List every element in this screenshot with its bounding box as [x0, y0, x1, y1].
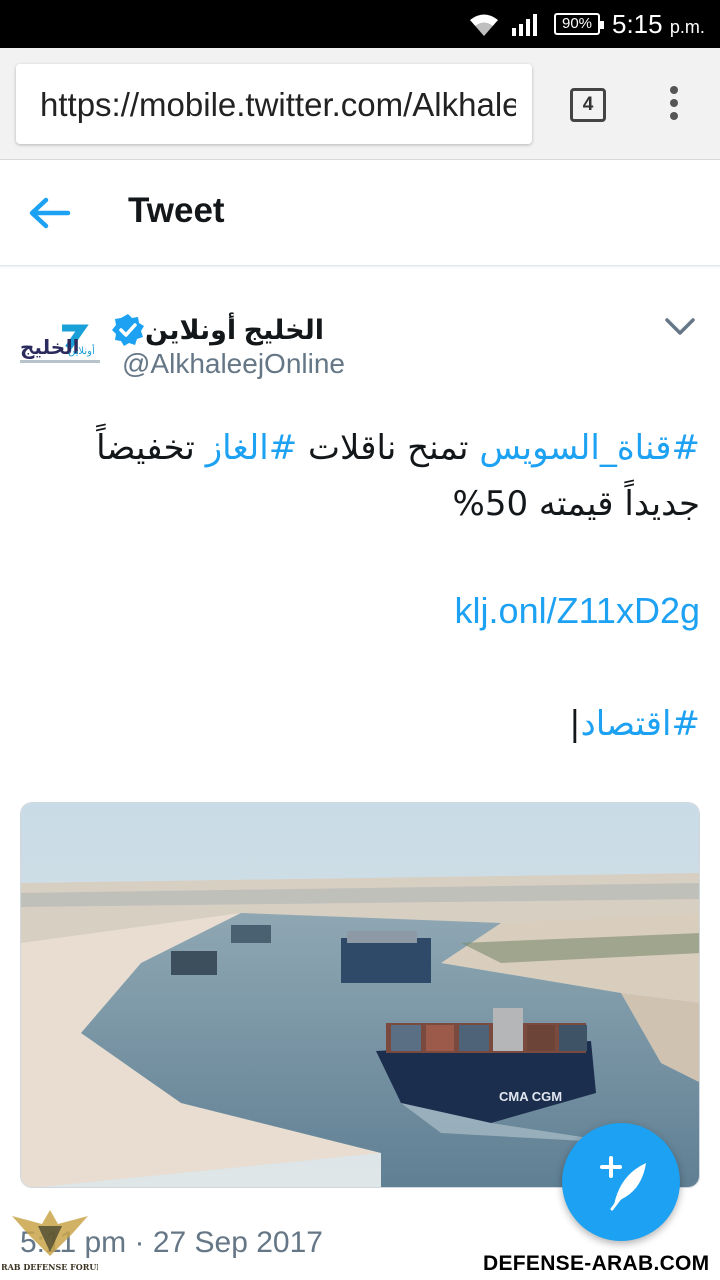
author-display-name[interactable]: الخليج أونلاين — [145, 315, 324, 346]
author-name-row[interactable]: الخليج أونلاين — [103, 310, 324, 350]
arrow-left-icon[interactable] — [26, 193, 74, 233]
clock-ampm: p.m. — [669, 17, 705, 37]
svg-text:ARAB DEFENSE FORUM: ARAB DEFENSE FORUM — [2, 1262, 98, 1272]
tweet-text-bar: | — [569, 704, 581, 744]
hashtag-link[interactable]: #قناة_السويس — [479, 428, 700, 468]
compose-tweet-button[interactable] — [562, 1123, 680, 1241]
compose-tweet-icon — [600, 1156, 646, 1211]
chevron-down-icon[interactable] — [664, 314, 696, 338]
url-bar[interactable]: https://mobile.twitter.com/AlkhaleejOnli… — [16, 64, 532, 144]
tweet-tag-line: #اقتصاد| — [559, 704, 700, 744]
avatar[interactable]: الخليج أونلاين — [16, 318, 108, 376]
signal-icon — [512, 14, 537, 36]
status-clock: 5:15 p.m. — [612, 10, 705, 41]
browser-toolbar: https://mobile.twitter.com/AlkhaleejOnli… — [0, 48, 720, 160]
tweet-text: #قناة_السويس تمنح ناقلات #الغاز تخفيضاً … — [24, 420, 700, 532]
hashtag-link[interactable]: #اقتصاد — [581, 704, 700, 744]
watermark-site-text: DEFENSE-ARAB.COM — [483, 1252, 710, 1276]
page-title: Tweet — [128, 191, 225, 230]
wifi-icon — [470, 14, 498, 36]
url-text[interactable]: https://mobile.twitter.com/AlkhaleejOnli… — [40, 86, 516, 124]
tweet-header: Tweet — [0, 161, 720, 266]
clock-time: 5:15 — [612, 9, 663, 39]
tweet-url-link[interactable]: klj.onl/Z11xD2g — [455, 590, 700, 632]
battery-icon: 90% — [554, 13, 604, 35]
tab-switcher-icon[interactable]: 4 — [570, 88, 606, 122]
watermark-logo: ARAB DEFENSE FORUM — [2, 1210, 98, 1272]
status-bar: 90% 5:15 p.m. — [0, 0, 720, 48]
hashtag-link[interactable]: #الغاز — [206, 428, 297, 468]
verified-badge-icon — [112, 314, 145, 346]
author-handle[interactable]: @AlkhaleejOnline — [122, 348, 345, 380]
tweet-text-part: تمنح ناقلات — [297, 428, 480, 468]
svg-text:CMA CGM: CMA CGM — [499, 1089, 562, 1104]
overflow-menu-icon[interactable] — [664, 86, 684, 126]
svg-text:أونلاين: أونلاين — [68, 344, 95, 357]
